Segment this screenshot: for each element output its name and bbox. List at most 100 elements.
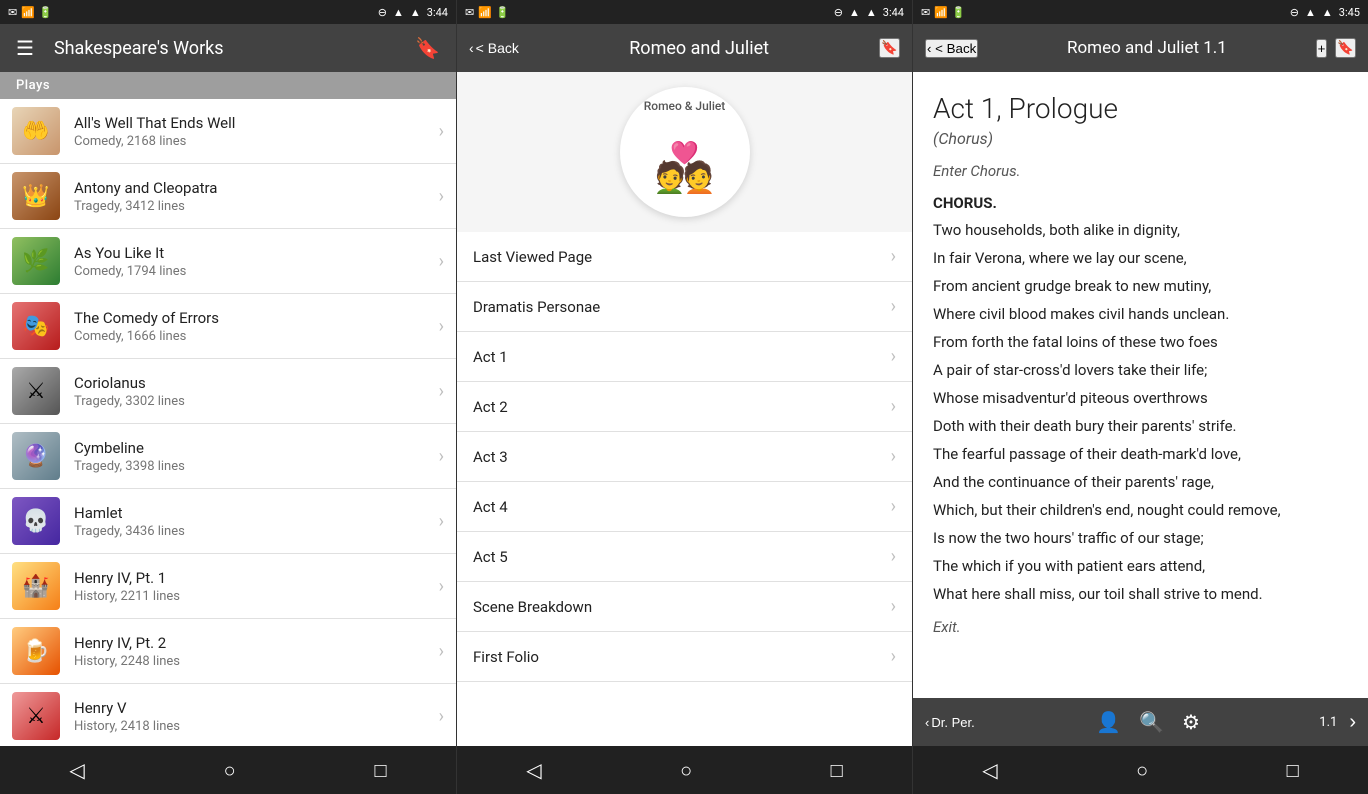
recents-nav-icon-1[interactable]: □ <box>374 758 386 783</box>
status-bar-signal-3: ▲ <box>1322 6 1333 19</box>
chevron-h4p1: › <box>439 576 444 597</box>
verse-line-12: The which if you with patient ears atten… <box>933 554 1348 578</box>
panel-reading: ✉ 📶 🔋 ⊖ ▲ ▲ 3:45 ‹ < Back Romeo and Juli… <box>912 0 1368 794</box>
menu-label-folio: First Folio <box>473 648 891 666</box>
menu-label-dramatis: Dramatis Personae <box>473 298 891 316</box>
menu-item-folio[interactable]: First Folio › <box>457 632 912 682</box>
menu-item-act2[interactable]: Act 2 › <box>457 382 912 432</box>
verse-line-10: Which, but their children's end, nought … <box>933 498 1348 522</box>
play-thumbnail-ce: 🎭 <box>12 302 60 350</box>
verse-line-4: From forth the fatal loins of these two … <box>933 330 1348 354</box>
play-name-cor: Coriolanus <box>74 374 439 392</box>
reading-content: Act 1, Prologue (Chorus) Enter Chorus. C… <box>913 72 1368 698</box>
stage-direction-exit: Exit. <box>933 618 1348 636</box>
back-nav-icon-1[interactable]: ◁ <box>69 758 84 782</box>
status-bar-wifi: ▲ <box>393 6 404 19</box>
play-name-h5: Henry V <box>74 699 439 717</box>
play-meta-h5: History, 2418 lines <box>74 719 439 734</box>
menu-chevron-dramatis: › <box>891 296 896 317</box>
play-meta-ac: Tragedy, 3412 lines <box>74 199 439 214</box>
play-item-h5[interactable]: ⚔ Henry V History, 2418 lines › <box>0 684 456 746</box>
reading-bookmark-button[interactable]: 🔖 <box>1335 38 1356 58</box>
menu-chevron-folio: › <box>891 646 896 667</box>
bookmark-button[interactable]: 🔖 <box>411 32 444 65</box>
play-item-ayl[interactable]: 🌿 As You Like It Comedy, 1794 lines › <box>0 229 456 294</box>
status-right-3: ⊖ ▲ ▲ 3:45 <box>1290 6 1360 19</box>
play-meta-aw: Comedy, 2168 lines <box>74 134 439 149</box>
chevron-ham: › <box>439 511 444 532</box>
dr-per-button[interactable]: ‹ Dr. Per. <box>919 711 981 734</box>
works-title: Shakespeare's Works <box>54 38 395 59</box>
menu-item-scene[interactable]: Scene Breakdown › <box>457 582 912 632</box>
play-item-ac[interactable]: 👑 Antony and Cleopatra Tragedy, 3412 lin… <box>0 164 456 229</box>
hero-art-icon: 💑 <box>655 139 715 196</box>
status-bar-wifi-3: ▲ <box>1305 6 1316 19</box>
menu-label-last: Last Viewed Page <box>473 248 891 266</box>
prev-arrow: ‹ <box>925 715 929 730</box>
play-item-cor[interactable]: ⚔ Coriolanus Tragedy, 3302 lines › <box>0 359 456 424</box>
menu-chevron-last: › <box>891 246 896 267</box>
status-bar-3: ✉ 📶 🔋 ⊖ ▲ ▲ 3:45 <box>913 0 1368 24</box>
play-meta-ce: Comedy, 1666 lines <box>74 329 439 344</box>
play-info-ham: Hamlet Tragedy, 3436 lines <box>74 504 439 539</box>
recents-nav-icon-2[interactable]: □ <box>831 758 843 783</box>
hamburger-menu-button[interactable]: ☰ <box>12 32 38 65</box>
menu-item-last[interactable]: Last Viewed Page › <box>457 232 912 282</box>
menu-item-act3[interactable]: Act 3 › <box>457 432 912 482</box>
play-item-ce[interactable]: 🎭 The Comedy of Errors Comedy, 1666 line… <box>0 294 456 359</box>
settings-icon-button[interactable]: ⚙ <box>1174 706 1208 739</box>
search-icon-button[interactable]: 🔍 <box>1131 706 1172 739</box>
status-bar-no-disturb: ⊖ <box>378 6 387 19</box>
reading-title: Romeo and Juliet 1.1 <box>986 38 1307 58</box>
bookmark-button-2[interactable]: 🔖 <box>879 38 900 58</box>
status-bar-no-disturb-2: ⊖ <box>834 6 843 19</box>
play-thumbnail-ac: 👑 <box>12 172 60 220</box>
status-bar-wifi-2: ▲ <box>849 6 860 19</box>
play-item-h4p1[interactable]: 🏰 Henry IV, Pt. 1 History, 2211 lines › <box>0 554 456 619</box>
signal-icon-2: 📶 <box>478 6 492 19</box>
play-list: 🤲 All's Well That Ends Well Comedy, 2168… <box>0 99 456 746</box>
play-name-ayl: As You Like It <box>74 244 439 262</box>
bottom-nav-3: ◁ ○ □ <box>913 746 1368 794</box>
person-icon-button[interactable]: 👤 <box>1088 706 1129 739</box>
verse-line-7: Doth with their death bury their parents… <box>933 414 1348 438</box>
home-nav-icon-3[interactable]: ○ <box>1136 758 1148 783</box>
next-page-button[interactable]: › <box>1343 707 1362 738</box>
play-item-aw[interactable]: 🤲 All's Well That Ends Well Comedy, 2168… <box>0 99 456 164</box>
status-time-3: 3:45 <box>1339 6 1360 19</box>
works-toolbar: ☰ Shakespeare's Works 🔖 <box>0 24 456 72</box>
home-nav-icon-2[interactable]: ○ <box>680 758 692 783</box>
menu-label-scene: Scene Breakdown <box>473 598 891 616</box>
chevron-cym: › <box>439 446 444 467</box>
chevron-ce: › <box>439 316 444 337</box>
menu-label-act2: Act 2 <box>473 398 891 416</box>
back-nav-icon-2[interactable]: ◁ <box>526 758 541 782</box>
reading-bottom-bar: ‹ Dr. Per. 👤 🔍 ⚙ 1.1 › <box>913 698 1368 746</box>
chevron-ac: › <box>439 186 444 207</box>
menu-label-act4: Act 4 <box>473 498 891 516</box>
play-info-aw: All's Well That Ends Well Comedy, 2168 l… <box>74 114 439 149</box>
play-item-ham[interactable]: 💀 Hamlet Tragedy, 3436 lines › <box>0 489 456 554</box>
chevron-aw: › <box>439 121 444 142</box>
status-right: ⊖ ▲ ▲ 3:44 <box>378 6 448 19</box>
play-thumbnail-ayl: 🌿 <box>12 237 60 285</box>
back-button-2[interactable]: ‹ < Back <box>469 40 519 56</box>
romeo-title: Romeo and Juliet <box>527 38 872 59</box>
play-meta-h4p1: History, 2211 lines <box>74 589 439 604</box>
menu-item-act5[interactable]: Act 5 › <box>457 532 912 582</box>
back-nav-icon-3[interactable]: ◁ <box>982 758 997 782</box>
menu-item-act1[interactable]: Act 1 › <box>457 332 912 382</box>
status-left-icons-2: ✉ 📶 🔋 <box>465 6 510 19</box>
menu-item-act4[interactable]: Act 4 › <box>457 482 912 532</box>
verse-line-5: A pair of star-cross'd lovers take their… <box>933 358 1348 382</box>
bottom-nav-1: ◁ ○ □ <box>0 746 456 794</box>
play-item-cym[interactable]: 🔮 Cymbeline Tragedy, 3398 lines › <box>0 424 456 489</box>
hero-circle: Romeo & Juliet 💑 <box>620 87 750 217</box>
menu-chevron-act1: › <box>891 346 896 367</box>
recents-nav-icon-3[interactable]: □ <box>1287 758 1299 783</box>
menu-item-dramatis[interactable]: Dramatis Personae › <box>457 282 912 332</box>
add-bookmark-button[interactable]: + <box>1316 39 1328 58</box>
play-item-h4p2[interactable]: 🍺 Henry IV, Pt. 2 History, 2248 lines › <box>0 619 456 684</box>
back-button-3[interactable]: ‹ < Back <box>925 39 978 58</box>
home-nav-icon-1[interactable]: ○ <box>224 758 236 783</box>
